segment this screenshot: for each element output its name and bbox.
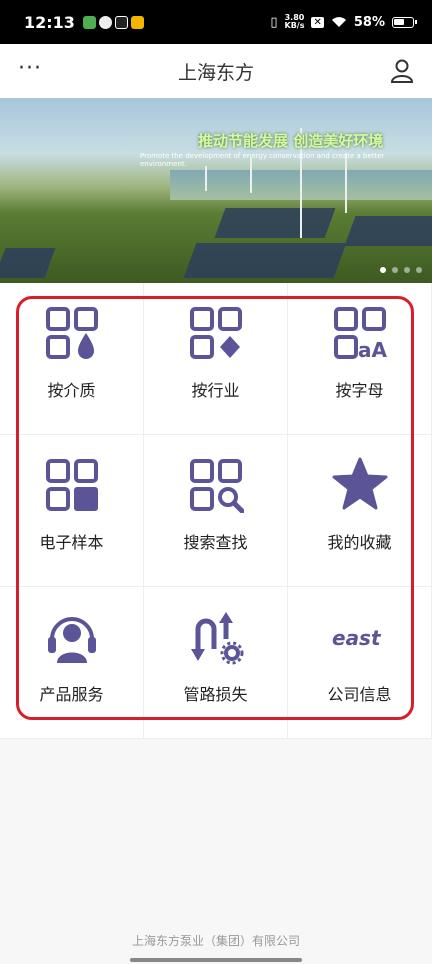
solar-panel — [183, 243, 347, 278]
wind-turbine — [205, 166, 207, 191]
carousel-dot[interactable] — [404, 267, 410, 273]
letters-glyph: aA — [358, 338, 387, 361]
by-letter-button[interactable]: aA 按字母 — [288, 283, 432, 435]
headset-icon — [47, 617, 96, 663]
east-logo-text: east — [332, 626, 382, 650]
carousel-dot[interactable] — [380, 267, 386, 273]
star-icon — [332, 457, 387, 510]
network-speed: 3.80 KB/s — [285, 14, 305, 30]
company-info-button[interactable]: east 公司信息 — [288, 587, 432, 739]
function-grid: 按介质 按行业 aA 按字母 电子样本 搜索查找 我的收藏 产品服务 管路损失 … — [0, 283, 432, 739]
pipe-loss-label: 管路损失 — [183, 685, 248, 704]
banner-carousel[interactable]: 推动节能发展 创造美好环境 Promote the development of… — [0, 98, 432, 283]
by-medium-label: 按介质 — [47, 381, 96, 400]
pipe-loss-button[interactable]: 管路损失 — [144, 587, 288, 739]
banner-slogan: 推动节能发展 创造美好环境 — [198, 132, 384, 150]
grid-search-icon — [189, 459, 244, 513]
product-service-button[interactable]: 产品服务 — [0, 587, 144, 739]
e-catalog-label: 电子样本 — [39, 533, 104, 552]
by-industry-button[interactable]: 按行业 — [144, 283, 288, 435]
banner-slogan-english: Promote the development of energy conser… — [140, 152, 385, 168]
notification-app-icon — [98, 15, 112, 29]
sim-off-icon: ✕ — [311, 16, 324, 28]
by-industry-label: 按行业 — [191, 381, 240, 400]
status-time: 12:13 — [24, 12, 75, 32]
page-title: 上海东方 — [177, 61, 254, 84]
favorites-label: 我的收藏 — [327, 533, 392, 552]
footer-company: 上海东方泵业（集团）有限公司 — [131, 934, 300, 948]
home-indicator[interactable] — [130, 958, 302, 962]
carousel-dot[interactable] — [416, 267, 422, 273]
by-letter-label: 按字母 — [335, 381, 384, 400]
speed-unit: KB/s — [284, 21, 305, 30]
product-service-label: 产品服务 — [39, 685, 104, 704]
search-label: 搜索查找 — [183, 533, 248, 552]
user-icon[interactable] — [390, 58, 414, 84]
notification-app-icon — [82, 15, 96, 29]
grid-diamond-icon — [189, 307, 242, 359]
search-button[interactable]: 搜索查找 — [144, 435, 288, 587]
favorites-button[interactable]: 我的收藏 — [288, 435, 432, 587]
more-menu-button[interactable]: ··· — [18, 56, 42, 81]
grid-square-icon — [45, 459, 98, 511]
notification-app-icon — [130, 15, 144, 29]
battery-icon — [392, 16, 417, 28]
grid-drop-icon — [45, 307, 98, 359]
carousel-dot[interactable] — [392, 267, 398, 273]
wifi-icon — [331, 17, 346, 27]
solar-panel — [344, 216, 432, 246]
grid-letters-icon: aA — [333, 307, 387, 361]
status-bar: 12:13 ▯ 3.80 KB/s ✕ 58% — [0, 0, 432, 44]
by-medium-button[interactable]: 按介质 — [0, 283, 144, 435]
app-header: ··· 上海东方 — [0, 44, 432, 98]
solar-panel — [214, 208, 336, 238]
e-catalog-button[interactable]: 电子样本 — [0, 435, 144, 587]
company-info-label: 公司信息 — [327, 685, 392, 704]
vibrate-icon: ▯ — [270, 14, 278, 30]
east-logo-icon: east — [332, 626, 382, 650]
tiktok-icon — [114, 15, 128, 29]
battery-percent: 58% — [353, 14, 385, 30]
solar-panel — [0, 248, 56, 278]
pipe-loss-icon — [190, 612, 243, 665]
carousel-dots — [380, 267, 422, 273]
